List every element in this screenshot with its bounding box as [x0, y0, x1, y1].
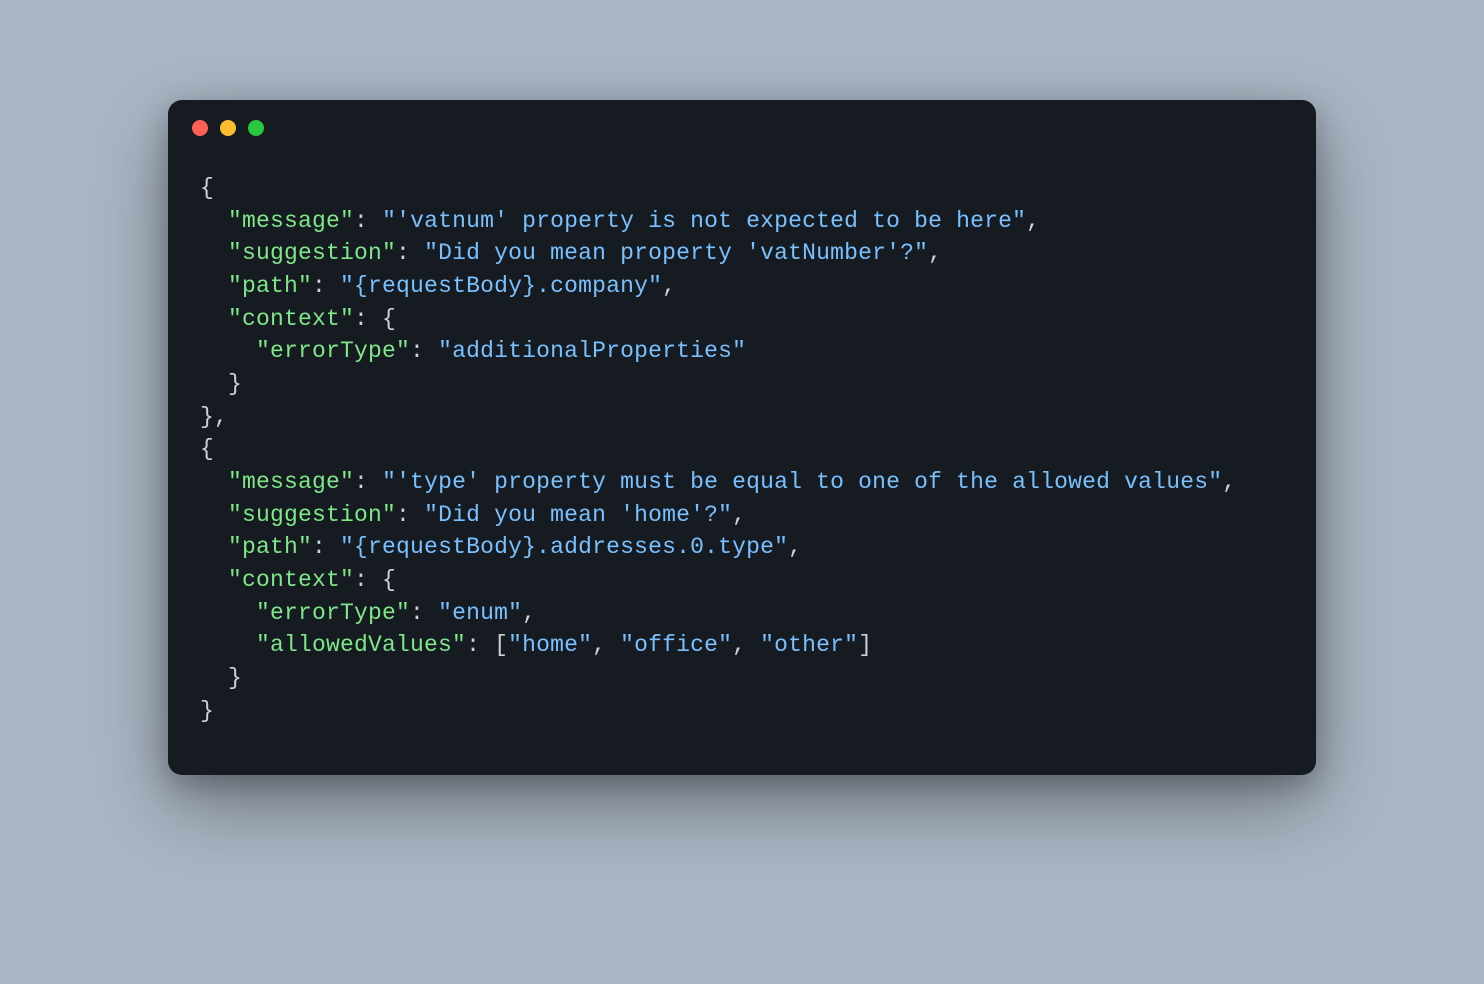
json-key: "allowedValues"	[256, 632, 466, 658]
code-window: { "message": "'vatnum' property is not e…	[168, 100, 1316, 775]
json-punct: :	[312, 273, 340, 299]
json-punct: },	[200, 404, 228, 430]
json-punct: : [	[466, 632, 508, 658]
json-punct: ,	[732, 502, 746, 528]
json-punct: ,	[928, 240, 942, 266]
json-punct: ,	[788, 534, 802, 560]
json-punct: ,	[1222, 469, 1236, 495]
code-line: "errorType": "enum",	[200, 597, 1284, 630]
json-key: "errorType"	[256, 338, 410, 364]
json-key: "context"	[228, 306, 354, 332]
json-string: "{requestBody}.addresses.0.type"	[340, 534, 788, 560]
json-punct: :	[410, 600, 438, 626]
window-titlebar	[168, 100, 1316, 148]
code-line: }	[200, 662, 1284, 695]
code-line: "errorType": "additionalProperties"	[200, 335, 1284, 368]
code-line: "suggestion": "Did you mean property 'va…	[200, 237, 1284, 270]
minimize-icon[interactable]	[220, 120, 236, 136]
json-string: "Did you mean 'home'?"	[424, 502, 732, 528]
code-line: {	[200, 172, 1284, 205]
json-punct: : {	[354, 567, 396, 593]
json-punct: ,	[592, 632, 620, 658]
json-key: "errorType"	[256, 600, 410, 626]
json-key: "path"	[228, 534, 312, 560]
json-string: "'vatnum' property is not expected to be…	[382, 208, 1026, 234]
json-string: "enum"	[438, 600, 522, 626]
code-line: "allowedValues": ["home", "office", "oth…	[200, 629, 1284, 662]
json-key: "message"	[228, 208, 354, 234]
maximize-icon[interactable]	[248, 120, 264, 136]
json-key: "path"	[228, 273, 312, 299]
code-line: }	[200, 368, 1284, 401]
code-line: {	[200, 433, 1284, 466]
json-punct: : {	[354, 306, 396, 332]
code-line: "path": "{requestBody}.company",	[200, 270, 1284, 303]
json-punct: }	[200, 698, 214, 724]
code-block: { "message": "'vatnum' property is not e…	[168, 148, 1316, 775]
json-key: "suggestion"	[228, 240, 396, 266]
json-key: "suggestion"	[228, 502, 396, 528]
json-string: "Did you mean property 'vatNumber'?"	[424, 240, 928, 266]
code-line: "path": "{requestBody}.addresses.0.type"…	[200, 531, 1284, 564]
json-string: "'type' property must be equal to one of…	[382, 469, 1222, 495]
json-punct: }	[228, 371, 242, 397]
json-punct: {	[200, 436, 214, 462]
json-punct: ,	[522, 600, 536, 626]
json-punct: :	[410, 338, 438, 364]
code-line: "context": {	[200, 564, 1284, 597]
json-string: "home"	[508, 632, 592, 658]
json-string: "{requestBody}.company"	[340, 273, 662, 299]
code-line: "suggestion": "Did you mean 'home'?",	[200, 499, 1284, 532]
code-line: },	[200, 401, 1284, 434]
json-string: "other"	[760, 632, 858, 658]
json-punct: :	[312, 534, 340, 560]
json-punct: }	[228, 665, 242, 691]
close-icon[interactable]	[192, 120, 208, 136]
json-key: "context"	[228, 567, 354, 593]
json-string: "office"	[620, 632, 732, 658]
json-punct: :	[354, 469, 382, 495]
code-line: }	[200, 695, 1284, 728]
code-line: "message": "'type' property must be equa…	[200, 466, 1284, 499]
json-key: "message"	[228, 469, 354, 495]
json-string: "additionalProperties"	[438, 338, 746, 364]
json-punct: {	[200, 175, 214, 201]
json-punct: ,	[732, 632, 760, 658]
code-line: "context": {	[200, 303, 1284, 336]
json-punct: :	[396, 502, 424, 528]
json-punct: ]	[858, 632, 872, 658]
json-punct: ,	[662, 273, 676, 299]
json-punct: :	[354, 208, 382, 234]
code-line: "message": "'vatnum' property is not exp…	[200, 205, 1284, 238]
json-punct: ,	[1026, 208, 1040, 234]
json-punct: :	[396, 240, 424, 266]
